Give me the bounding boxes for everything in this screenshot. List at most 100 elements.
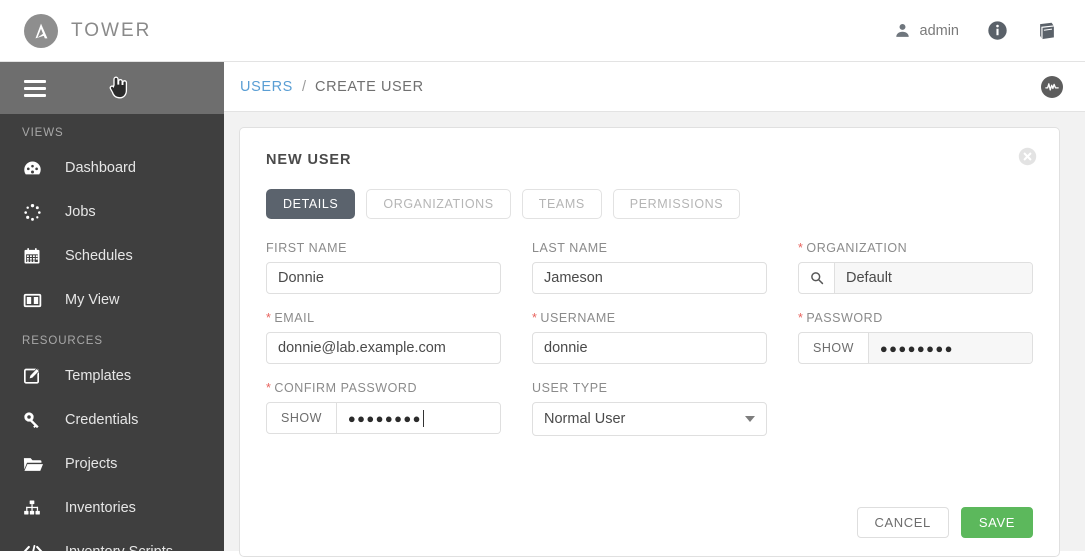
- organization-input-group: Default: [798, 262, 1033, 294]
- sidebar-item-label: Schedules: [65, 248, 133, 264]
- confirm-password-input-group: SHOW ●●●●●●●●: [266, 402, 501, 434]
- brand-logo-area[interactable]: TOWER: [24, 14, 151, 48]
- confirm-password-input[interactable]: ●●●●●●●●: [337, 403, 500, 433]
- field-last-name: LAST NAME Jameson: [532, 241, 767, 294]
- tab-organizations[interactable]: ORGANIZATIONS: [366, 189, 510, 219]
- current-user[interactable]: admin: [894, 22, 960, 39]
- sidebar-item-label: Jobs: [65, 204, 96, 220]
- field-username: *USERNAME donnie: [532, 311, 767, 364]
- sidebar-item-credentials[interactable]: Credentials: [0, 398, 224, 442]
- sidebar-item-label: Credentials: [65, 412, 138, 428]
- required-marker: *: [266, 381, 271, 395]
- sidebar-item-inventories[interactable]: Inventories: [0, 486, 224, 530]
- username-input[interactable]: donnie: [532, 332, 767, 364]
- organization-label-text: ORGANIZATION: [806, 241, 907, 255]
- tab-permissions[interactable]: PERMISSIONS: [613, 189, 740, 219]
- sidebar-header: [0, 62, 224, 114]
- sidebar-item-label: Inventories: [65, 500, 136, 516]
- email-label: *EMAIL: [266, 311, 501, 325]
- first-name-input[interactable]: Donnie: [266, 262, 501, 294]
- user-type-value: Normal User: [544, 411, 625, 427]
- sidebar-item-templates[interactable]: Templates: [0, 354, 224, 398]
- dashboard-gauge-icon: [22, 157, 50, 179]
- panel-action-buttons: CANCEL SAVE: [857, 507, 1033, 538]
- sidebar-item-my-view[interactable]: My View: [0, 278, 224, 322]
- breadcrumb-link-users[interactable]: USERS: [240, 79, 293, 95]
- close-circle-icon[interactable]: [1018, 147, 1037, 166]
- search-icon[interactable]: [799, 263, 835, 293]
- jobs-spinner-icon: [22, 201, 50, 223]
- user-name-label: admin: [920, 23, 960, 39]
- password-input[interactable]: ●●●●●●●●: [869, 333, 1032, 363]
- breadcrumb-current-create-user: CREATE USER: [315, 79, 424, 95]
- organization-label: *ORGANIZATION: [798, 241, 1033, 255]
- sidebar-item-schedules[interactable]: Schedules: [0, 234, 224, 278]
- confirm-password-label-text: CONFIRM PASSWORD: [274, 381, 417, 395]
- organization-value: Default: [846, 270, 892, 286]
- first-name-value: Donnie: [278, 270, 324, 286]
- panel-tabs: DETAILS ORGANIZATIONS TEAMS PERMISSIONS: [266, 189, 1033, 219]
- password-label: *PASSWORD: [798, 311, 1033, 325]
- activity-stream-icon[interactable]: [1041, 76, 1063, 98]
- required-marker: *: [798, 241, 803, 255]
- username-label: *USERNAME: [532, 311, 767, 325]
- ansible-a-logo-icon: [24, 14, 58, 48]
- sidebar-item-projects[interactable]: Projects: [0, 442, 224, 486]
- main-content-area: USERS / CREATE USER NEW USER DETAILS ORG…: [224, 62, 1085, 551]
- pencil-square-icon: [22, 365, 50, 387]
- form-grid-spacer: [798, 381, 1033, 436]
- sitemap-icon: [22, 497, 50, 519]
- user-avatar-icon: [894, 22, 911, 39]
- tab-teams[interactable]: TEAMS: [522, 189, 602, 219]
- password-input-group: SHOW ●●●●●●●●: [798, 332, 1033, 364]
- user-type-label: USER TYPE: [532, 381, 767, 395]
- organization-input[interactable]: Default: [835, 263, 1032, 293]
- first-name-label: FIRST NAME: [266, 241, 501, 255]
- save-button[interactable]: SAVE: [961, 507, 1033, 538]
- confirm-password-show-toggle-button[interactable]: SHOW: [267, 403, 337, 433]
- user-type-select[interactable]: Normal User: [532, 402, 767, 436]
- panel-title: NEW USER: [266, 152, 1033, 168]
- pointing-hand-cursor-icon: [108, 74, 130, 100]
- username-label-text: USERNAME: [540, 311, 615, 325]
- header-actions: admin: [894, 0, 1085, 61]
- last-name-value: Jameson: [544, 270, 603, 286]
- confirm-password-label: *CONFIRM PASSWORD: [266, 381, 501, 395]
- top-header-bar: TOWER admin: [0, 0, 1085, 62]
- cancel-button[interactable]: CANCEL: [857, 507, 949, 538]
- sidebar-item-dashboard[interactable]: Dashboard: [0, 146, 224, 190]
- user-details-form: FIRST NAME Donnie LAST NAME Jameson *ORG…: [266, 241, 1033, 436]
- book-icon[interactable]: [1036, 20, 1058, 42]
- sidebar-item-label: My View: [65, 292, 120, 308]
- last-name-input[interactable]: Jameson: [532, 262, 767, 294]
- calendar-icon: [22, 245, 50, 267]
- key-icon: [22, 409, 50, 431]
- email-input[interactable]: donnie@lab.example.com: [266, 332, 501, 364]
- new-user-panel: NEW USER DETAILS ORGANIZATIONS TEAMS PER…: [239, 127, 1060, 557]
- email-value: donnie@lab.example.com: [278, 340, 446, 356]
- sidebar-item-label: Inventory Scripts: [65, 544, 173, 551]
- info-circle-icon[interactable]: [987, 20, 1008, 41]
- confirm-password-masked-value: ●●●●●●●●: [348, 411, 422, 426]
- columns-icon: [22, 289, 50, 311]
- required-marker: *: [798, 311, 803, 325]
- sidebar-item-label: Projects: [65, 456, 117, 472]
- field-password: *PASSWORD SHOW ●●●●●●●●: [798, 311, 1033, 364]
- field-confirm-password: *CONFIRM PASSWORD SHOW ●●●●●●●●: [266, 381, 501, 436]
- breadcrumb: USERS / CREATE USER: [224, 62, 1085, 112]
- sidebar-item-label: Templates: [65, 368, 131, 384]
- password-show-toggle-button[interactable]: SHOW: [799, 333, 869, 363]
- chevron-down-icon: [745, 416, 755, 422]
- sidebar-item-jobs[interactable]: Jobs: [0, 190, 224, 234]
- password-label-text: PASSWORD: [806, 311, 882, 325]
- required-marker: *: [532, 311, 537, 325]
- hamburger-menu-icon[interactable]: [24, 80, 46, 97]
- required-marker: *: [266, 311, 271, 325]
- sidebar-item-inventory-scripts[interactable]: Inventory Scripts: [0, 530, 224, 551]
- sidebar-item-label: Dashboard: [65, 160, 136, 176]
- breadcrumb-separator: /: [302, 79, 306, 95]
- sidebar-section-views: VIEWS: [0, 114, 224, 146]
- code-brackets-icon: [22, 541, 50, 551]
- tab-details[interactable]: DETAILS: [266, 189, 355, 219]
- username-value: donnie: [544, 340, 588, 356]
